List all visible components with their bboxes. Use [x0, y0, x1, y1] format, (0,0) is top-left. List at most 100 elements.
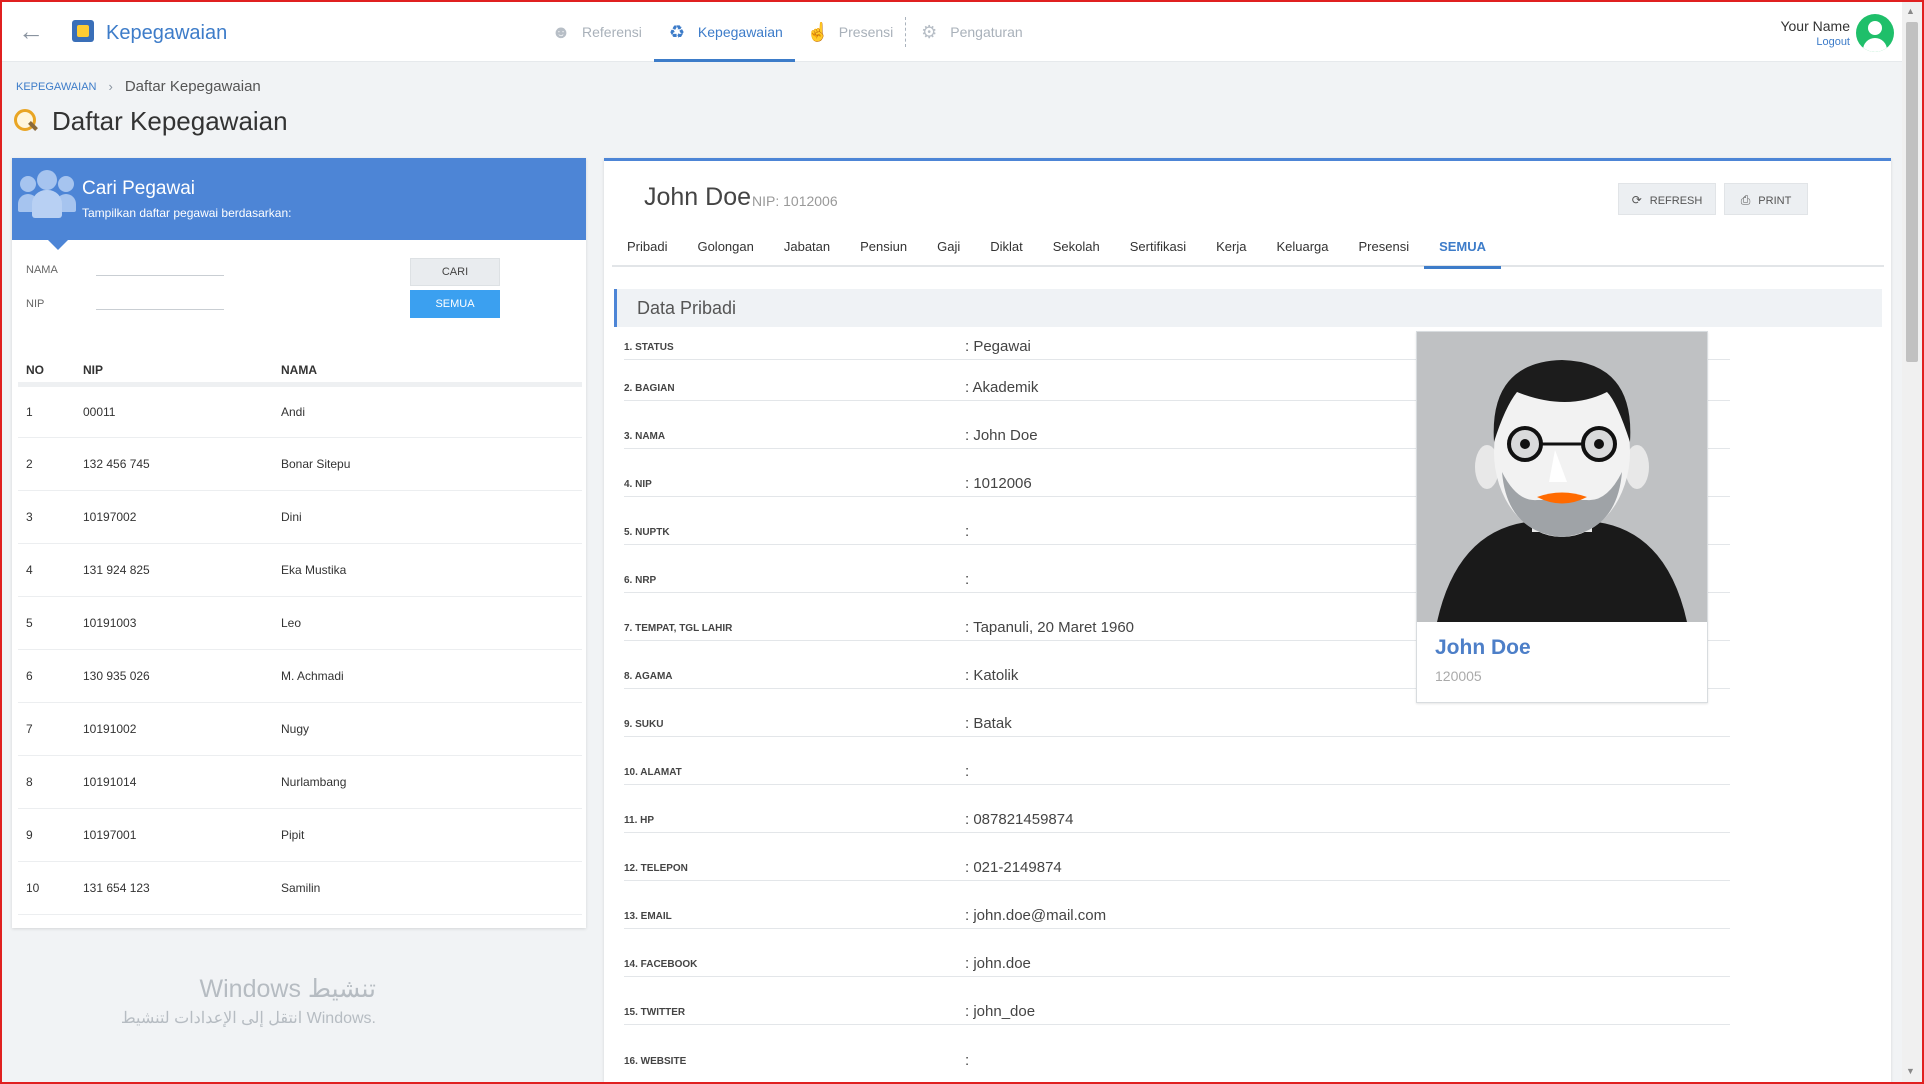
scroll-down-icon[interactable]: ▼	[1906, 1066, 1915, 1076]
tab-sekolah[interactable]: Sekolah	[1038, 231, 1115, 267]
field-row: 13. EMAIL: john.doe@mail.com	[624, 881, 1730, 929]
nip-input[interactable]	[96, 288, 224, 310]
refresh-label: REFRESH	[1649, 195, 1703, 207]
tab-keluarga[interactable]: Keluarga	[1261, 231, 1343, 267]
field-row: 16. WEBSITE:	[624, 1025, 1730, 1073]
field-value: : John Doe	[965, 427, 1038, 444]
field-label: 14. FACEBOOK	[624, 959, 698, 970]
field-label: 9. SUKU	[624, 719, 664, 730]
field-label: 1. STATUS	[624, 342, 674, 353]
watermark-line1: Windows تنشيط	[199, 975, 376, 1003]
gear-icon: ⚙	[921, 22, 938, 42]
field-label: 2. BAGIAN	[624, 383, 675, 394]
row-nip: 130 935 026	[75, 649, 273, 703]
table-row[interactable]: 4 131 924 825 Eka Mustika	[18, 543, 582, 597]
nav-label: Presensi	[838, 24, 894, 40]
tab-golongan[interactable]: Golongan	[682, 231, 768, 267]
field-value: : Batak	[965, 715, 1012, 732]
scroll-up-icon[interactable]: ▲	[1906, 6, 1915, 16]
row-no: 7	[18, 702, 75, 756]
search-panel: Cari Pegawai Tampilkan daftar pegawai be…	[12, 158, 586, 928]
field-value: : john_doe	[965, 1003, 1036, 1020]
table-row[interactable]: 2 132 456 745 Bonar Sitepu	[18, 437, 582, 491]
nama-input[interactable]	[96, 254, 224, 276]
table-row[interactable]: 6 130 935 026 M. Achmadi	[18, 649, 582, 703]
col-nip: NIP	[75, 358, 273, 387]
breadcrumb-root[interactable]: KEPEGAWAIAN	[16, 81, 96, 93]
tab-gaji[interactable]: Gaji	[922, 231, 975, 267]
employee-nip: NIP: 1012006	[752, 193, 838, 209]
back-arrow-icon[interactable]: ←	[16, 18, 46, 44]
row-nip: 10197002	[75, 490, 273, 544]
field-value: :	[965, 523, 970, 540]
row-nama: M. Achmadi	[273, 649, 582, 703]
refresh-button[interactable]: ⟳ REFRESH	[1618, 183, 1716, 215]
table-row[interactable]: 1 00011 Andi	[18, 384, 582, 438]
field-value: :	[965, 763, 970, 780]
tab-pensiun[interactable]: Pensiun	[845, 231, 922, 267]
table-row[interactable]: 10 131 654 123 Samilin	[18, 861, 582, 915]
vertical-scrollbar[interactable]: ▲ ▼	[1902, 2, 1922, 1082]
field-label: 16. WEBSITE	[624, 1056, 687, 1067]
nip-label: NIP	[26, 298, 45, 310]
nav-label: Kepegawaian	[697, 24, 783, 40]
tab-presensi[interactable]: Presensi	[1344, 231, 1425, 267]
staff-icon: ♻	[668, 22, 685, 42]
row-nip: 00011	[75, 384, 273, 438]
printer-icon: ⎙	[1740, 193, 1751, 207]
field-row: 12. TELEPON: 021-2149874	[624, 833, 1730, 881]
card-nip: 120005	[1435, 668, 1482, 684]
scrollbar-thumb[interactable]	[1906, 22, 1918, 362]
field-label: 15. TWITTER	[624, 1007, 686, 1018]
row-nip: 132 456 745	[75, 437, 273, 491]
field-label: 3. NAMA	[624, 431, 666, 442]
tab-sertifikasi[interactable]: Sertifikasi	[1115, 231, 1201, 267]
table-row[interactable]: 3 10197002 Dini	[18, 490, 582, 544]
page-title: Daftar Kepegawaian	[52, 106, 288, 136]
nav-kepegawaian[interactable]: ♻ Kepegawaian	[653, 2, 795, 62]
tab-kerja[interactable]: Kerja	[1201, 231, 1261, 267]
row-nama: Leo	[273, 596, 582, 650]
table-row[interactable]: 7 10191002 Nugy	[18, 702, 582, 756]
user-name: Your Name	[1780, 18, 1850, 34]
field-label: 6. NRP	[624, 575, 657, 586]
table-row[interactable]: 9 10197001 Pipit	[18, 808, 582, 862]
field-value: : 1012006	[965, 475, 1032, 492]
row-no: 1	[18, 384, 75, 438]
field-label: 11. HP	[624, 815, 655, 826]
breadcrumb-separator: ›	[108, 79, 113, 94]
table-row[interactable]: 5 10191003 Leo	[18, 596, 582, 650]
breadcrumb: KEPEGAWAIAN › Daftar Kepegawaian	[16, 78, 261, 95]
row-no: 8	[18, 755, 75, 809]
top-bar: ← Kepegawaian ☻ Referensi ♻ Kepegawaian …	[2, 2, 1902, 62]
cari-button[interactable]: CARI	[410, 258, 500, 286]
col-no: NO	[18, 358, 75, 387]
nav-referensi[interactable]: ☻ Referensi	[538, 2, 654, 62]
table-header-row: NO NIP NAMA	[18, 358, 582, 387]
nav-presensi[interactable]: ☝ Presensi	[795, 2, 905, 62]
row-no: 4	[18, 543, 75, 597]
tab-diklat[interactable]: Diklat	[975, 231, 1038, 267]
semua-button[interactable]: SEMUA	[410, 290, 500, 318]
user-avatar-icon[interactable]	[1856, 14, 1894, 52]
nav-pengaturan[interactable]: ⚙ Pengaturan	[906, 2, 1034, 62]
row-nama: Pipit	[273, 808, 582, 862]
field-value: :	[965, 571, 970, 588]
print-button[interactable]: ⎙ PRINT	[1724, 183, 1808, 215]
row-no: 3	[18, 490, 75, 544]
row-nama: Nurlambang	[273, 755, 582, 809]
table-row[interactable]: 8 10191014 Nurlambang	[18, 755, 582, 809]
logout-link[interactable]: Logout	[1780, 36, 1850, 48]
app-title: Kepegawaian	[106, 22, 228, 44]
print-label: PRINT	[1758, 195, 1792, 207]
tab-semua[interactable]: SEMUA	[1424, 231, 1501, 269]
field-label: 5. NUPTK	[624, 527, 670, 538]
tab-jabatan[interactable]: Jabatan	[769, 231, 845, 267]
field-value: : john.doe	[965, 955, 1031, 972]
card-name: John Doe	[1435, 636, 1531, 659]
section-title: Data Pribadi	[614, 289, 1882, 327]
field-row: 15. TWITTER : john_doe	[624, 977, 1730, 1025]
row-nip: 10191002	[75, 702, 273, 756]
header-caret	[48, 240, 68, 250]
tab-pribadi[interactable]: Pribadi	[612, 231, 682, 267]
